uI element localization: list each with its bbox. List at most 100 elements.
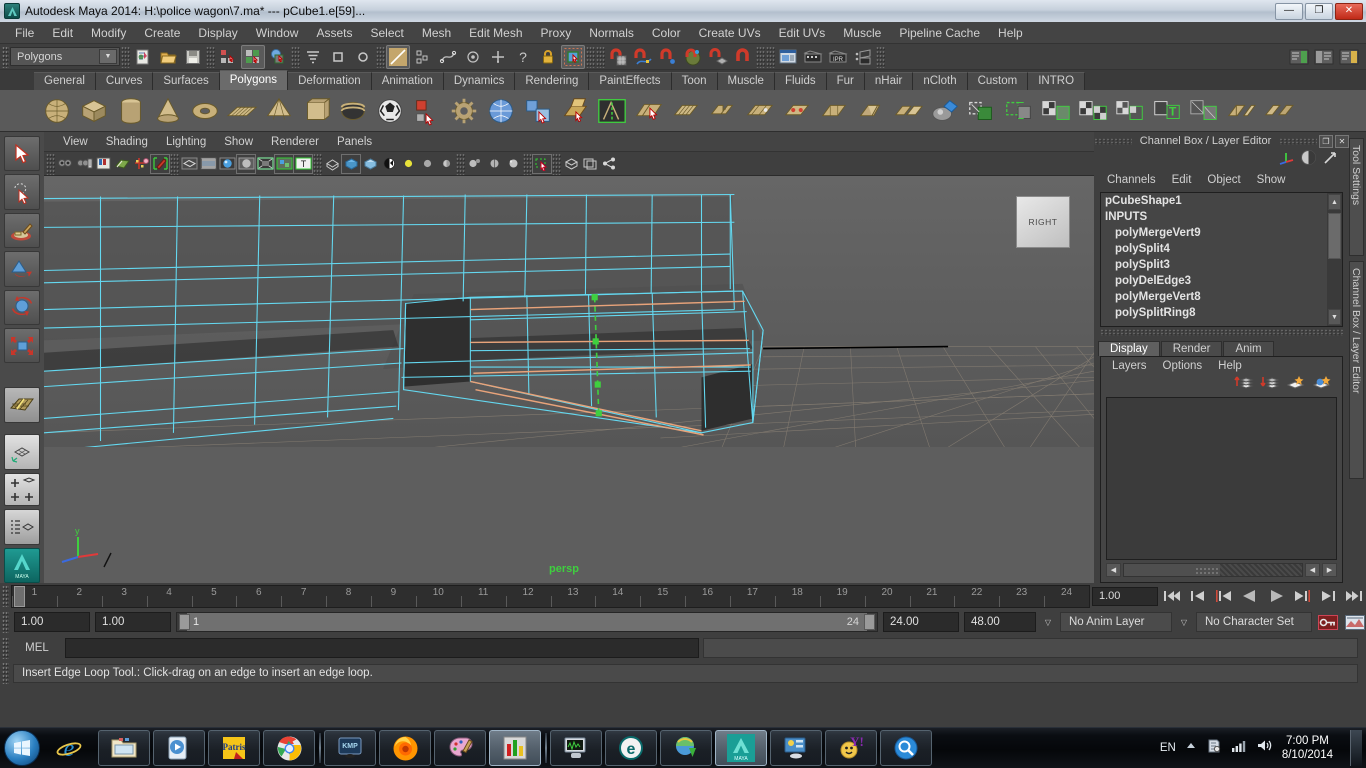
poly-bevel-icon[interactable]: [669, 94, 703, 128]
text-icon[interactable]: T: [293, 153, 313, 174]
shelf-tab-ncloth[interactable]: nCloth: [913, 72, 968, 90]
mozilla-firefox-icon[interactable]: [379, 730, 431, 766]
chevron-down-icon[interactable]: ▽: [1041, 612, 1055, 632]
lock-selection-icon[interactable]: [536, 45, 560, 69]
chevron-down-icon[interactable]: ▽: [1177, 612, 1191, 632]
status-line-gripper[interactable]: [2, 45, 9, 68]
wireframe-mode-icon[interactable]: [341, 153, 361, 174]
open-scene-icon[interactable]: [156, 45, 180, 69]
channel-box-scrollbar[interactable]: ▲ ▼: [1327, 193, 1342, 326]
shelf-tab-animation[interactable]: Animation: [371, 72, 444, 90]
play-backwards-icon[interactable]: [1238, 585, 1262, 607]
show-desktop-button[interactable]: [1350, 730, 1362, 766]
current-time-field[interactable]: 1.00: [1092, 586, 1158, 606]
scroll-down-arrow-icon[interactable]: ▼: [1328, 309, 1341, 325]
menu-item-mesh[interactable]: Mesh: [413, 24, 460, 42]
step-back-key-icon[interactable]: [1212, 585, 1236, 607]
viewport-menu-show[interactable]: Show: [215, 135, 262, 149]
scroll-right-arrow-icon[interactable]: ▶: [1322, 563, 1337, 577]
channel-box-menu-channels[interactable]: Channels: [1100, 173, 1163, 187]
playback-start-time-field[interactable]: 1.00: [95, 612, 171, 632]
autodesk-maya-icon[interactable]: MAYA: [715, 730, 767, 766]
render-settings-icon[interactable]: [851, 45, 875, 69]
viewport-menu-panels[interactable]: Panels: [328, 135, 381, 149]
poly-gear-icon[interactable]: [447, 94, 481, 128]
go-to-start-icon[interactable]: [1160, 585, 1184, 607]
poly-normals-icon[interactable]: [1187, 94, 1221, 128]
channel-box-menu-edit[interactable]: Edit: [1165, 173, 1199, 187]
multisample-icon[interactable]: [504, 155, 522, 173]
menu-item-pipeline-cache[interactable]: Pipeline Cache: [890, 24, 989, 42]
poly-booleans-icon[interactable]: [965, 94, 999, 128]
smooth-shade-icon[interactable]: [199, 155, 217, 173]
layer-editor-tab-render[interactable]: Render: [1160, 341, 1223, 356]
side-tab-tool-settings[interactable]: Tool Settings: [1349, 138, 1364, 256]
menu-item-proxy[interactable]: Proxy: [532, 24, 581, 42]
paint-select-icon[interactable]: [386, 44, 410, 69]
viewport-menu-view[interactable]: View: [54, 135, 97, 149]
panel-horizontal-gripper[interactable]: [1100, 329, 1343, 336]
lasso-select-tool[interactable]: [4, 174, 40, 210]
show-hide-channel-box-icon[interactable]: [1337, 45, 1361, 69]
menu-item-muscle[interactable]: Muscle: [834, 24, 890, 42]
render-current-frame-icon[interactable]: [801, 45, 825, 69]
poly-append-icon[interactable]: [743, 94, 777, 128]
view-cube[interactable]: RIGHT: [1016, 196, 1070, 248]
select-tool[interactable]: [4, 136, 40, 172]
use-default-light-icon[interactable]: [399, 155, 417, 173]
isolate-select-icon[interactable]: [323, 155, 341, 173]
channel-box-input-node[interactable]: polySplitRing8: [1101, 305, 1342, 321]
show-hide-tool-settings-icon[interactable]: [1312, 45, 1336, 69]
anim-layer-field[interactable]: No Anim Layer: [1060, 612, 1172, 632]
auto-keyframe-icon[interactable]: [1317, 612, 1339, 632]
snap-to-point-icon[interactable]: [656, 45, 680, 69]
windows-media-player-icon[interactable]: [153, 730, 205, 766]
menu-item-file[interactable]: File: [6, 24, 43, 42]
poly-reduce-icon[interactable]: [1039, 94, 1073, 128]
command-input[interactable]: [65, 638, 699, 658]
select-curve-icon[interactable]: [436, 45, 460, 69]
ms-paint-icon[interactable]: [434, 730, 486, 766]
depth-peeling-icon[interactable]: [532, 153, 552, 174]
channel-box-input-node[interactable]: polySplit3: [1101, 257, 1342, 273]
paint-select-tool[interactable]: [4, 212, 40, 249]
channel-box-menu-show[interactable]: Show: [1250, 173, 1293, 187]
four-view-layout[interactable]: [4, 472, 40, 507]
system-monitor-icon[interactable]: [550, 730, 602, 766]
single-perspective-view-layout[interactable]: [4, 434, 40, 470]
viewport-menu-renderer[interactable]: Renderer: [262, 135, 328, 149]
panel-gripper[interactable]: [1279, 137, 1317, 145]
language-indicator[interactable]: EN: [1160, 742, 1176, 754]
command-language-label[interactable]: MEL: [13, 642, 61, 654]
animation-start-time-field[interactable]: 1.00: [14, 612, 90, 632]
menu-item-color[interactable]: Color: [643, 24, 690, 42]
menu-item-help[interactable]: Help: [989, 24, 1032, 42]
time-slider-gripper[interactable]: [2, 585, 9, 607]
command-line-gripper[interactable]: [2, 637, 9, 659]
bookmarks-icon[interactable]: [94, 155, 112, 173]
side-tab-channel-box[interactable]: Channel Box / Layer Editor: [1349, 261, 1364, 479]
channel-box-input-node[interactable]: polySplit4: [1101, 241, 1342, 257]
new-scene-icon[interactable]: [131, 45, 155, 69]
new-layer-from-selected-icon[interactable]: [1312, 374, 1332, 396]
internet-download-manager-icon[interactable]: [660, 730, 712, 766]
shelf-tab-muscle[interactable]: Muscle: [717, 72, 775, 90]
select-by-hierarchy-leaf-icon[interactable]: [411, 45, 435, 69]
close-button[interactable]: ✕: [1335, 2, 1363, 20]
attribute-editor-icon[interactable]: [1322, 149, 1339, 171]
snap-to-curve-icon[interactable]: [631, 45, 655, 69]
channel-box-list[interactable]: ▲ ▼ pCubeShape1 INPUTS polyMergeVert9 polyS…: [1100, 192, 1343, 327]
yahoo-messenger-icon[interactable]: Y!: [825, 730, 877, 766]
layer-editor-menu-layers[interactable]: Layers: [1105, 360, 1154, 372]
range-slider-bar[interactable]: 1 24: [176, 612, 878, 632]
layer-list[interactable]: [1106, 397, 1337, 560]
poly-crease-icon[interactable]: [1224, 94, 1258, 128]
insert-edge-loop-icon[interactable]: [595, 94, 629, 128]
soft-select-icon[interactable]: [561, 44, 585, 69]
shelf-tab-general[interactable]: General: [34, 72, 96, 90]
volume-icon[interactable]: [1256, 738, 1273, 758]
control-panel-icon[interactable]: [770, 730, 822, 766]
action-center-icon[interactable]: [1206, 738, 1222, 759]
poly-soccer-ball-icon[interactable]: [373, 94, 407, 128]
internet-explorer-icon[interactable]: e: [43, 730, 95, 766]
